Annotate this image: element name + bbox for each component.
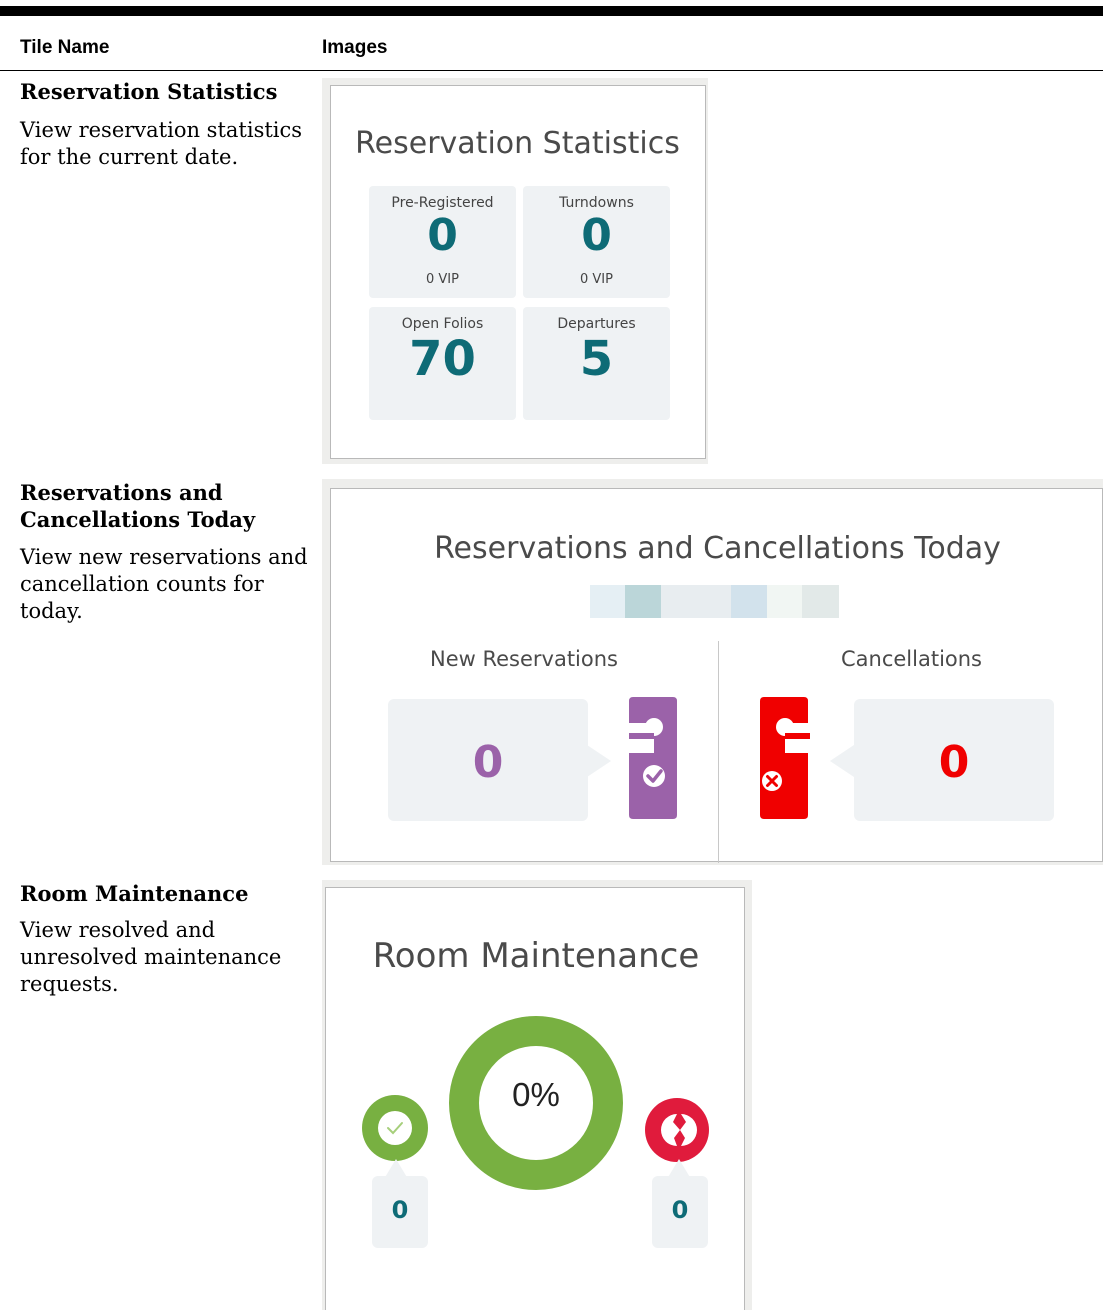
completion-percent: 0% xyxy=(512,1076,560,1113)
table-top-rule xyxy=(0,6,1103,16)
stat-card-pre-registered[interactable]: Pre-Registered 0 0 VIP xyxy=(369,186,516,298)
row-name-reservations-cancellations: Reservations and Cancellations Today xyxy=(20,480,256,532)
tile-title: Room Maintenance xyxy=(372,936,700,976)
stat-vip-count: 0 VIP xyxy=(580,272,613,287)
stat-label: Pre-Registered xyxy=(391,195,494,211)
new-reservations-label: New Reservations xyxy=(429,647,618,671)
stat-label: Turndowns xyxy=(559,195,634,211)
row-desc-reservation-statistics: View reservation statistics for the curr… xyxy=(20,118,303,169)
stat-card-turndowns[interactable]: Turndowns 0 0 VIP xyxy=(523,186,670,298)
stat-label: Open Folios xyxy=(401,316,484,332)
room-maintenance-tile: Room Maintenance 0% 0 0 xyxy=(325,887,745,1310)
row-desc-reservations-cancellations: View new reservations and cancellation c… xyxy=(20,545,308,623)
reservations-cancellations-tile: Reservations and Cancellations Today New… xyxy=(330,488,1103,863)
resolved-count-box[interactable]: 0 xyxy=(372,1176,428,1248)
row-desc-room-maintenance: View resolved and unresolved maintenance… xyxy=(20,918,282,996)
stat-card-open-folios[interactable]: Open Folios 70 xyxy=(369,307,516,420)
stat-value: 0 xyxy=(427,210,458,261)
resolved-count: 0 xyxy=(391,1196,409,1224)
stat-vip-count: 0 VIP xyxy=(426,272,459,287)
cancellations-count-box[interactable]: 0 xyxy=(854,699,1054,821)
unresolved-count: 0 xyxy=(671,1196,689,1224)
header-images: Images xyxy=(322,37,388,58)
check-circle-icon xyxy=(362,1095,428,1161)
tile-title: Reservations and Cancellations Today xyxy=(434,531,1001,566)
stat-value: 5 xyxy=(579,331,614,387)
tile-title: Reservation Statistics xyxy=(355,126,680,161)
cancellations-count: 0 xyxy=(938,737,970,788)
cancellations-label: Cancellations xyxy=(840,647,982,671)
broken-circle-icon xyxy=(645,1098,709,1162)
door-hanger-check-icon xyxy=(629,697,677,819)
row-name-reservation-statistics: Reservation Statistics xyxy=(20,79,278,104)
header-tile-name: Tile Name xyxy=(20,37,110,58)
pointer-arrow-right xyxy=(587,745,611,777)
stat-value: 70 xyxy=(409,331,476,387)
unresolved-count-box[interactable]: 0 xyxy=(652,1176,708,1248)
stat-value: 0 xyxy=(581,210,612,261)
reservation-statistics-tile: Reservation Statistics Pre-Registered 0 … xyxy=(330,85,706,459)
stat-label: Departures xyxy=(557,316,636,332)
pointer-arrow-left xyxy=(830,745,854,777)
door-hanger-x-icon xyxy=(760,697,810,819)
column-divider xyxy=(718,641,719,863)
new-reservations-count: 0 xyxy=(472,737,504,788)
new-reservations-count-box[interactable]: 0 xyxy=(388,699,588,821)
row-name-room-maintenance: Room Maintenance xyxy=(20,881,249,906)
header-rule xyxy=(0,70,1103,71)
stat-card-departures[interactable]: Departures 5 xyxy=(523,307,670,420)
